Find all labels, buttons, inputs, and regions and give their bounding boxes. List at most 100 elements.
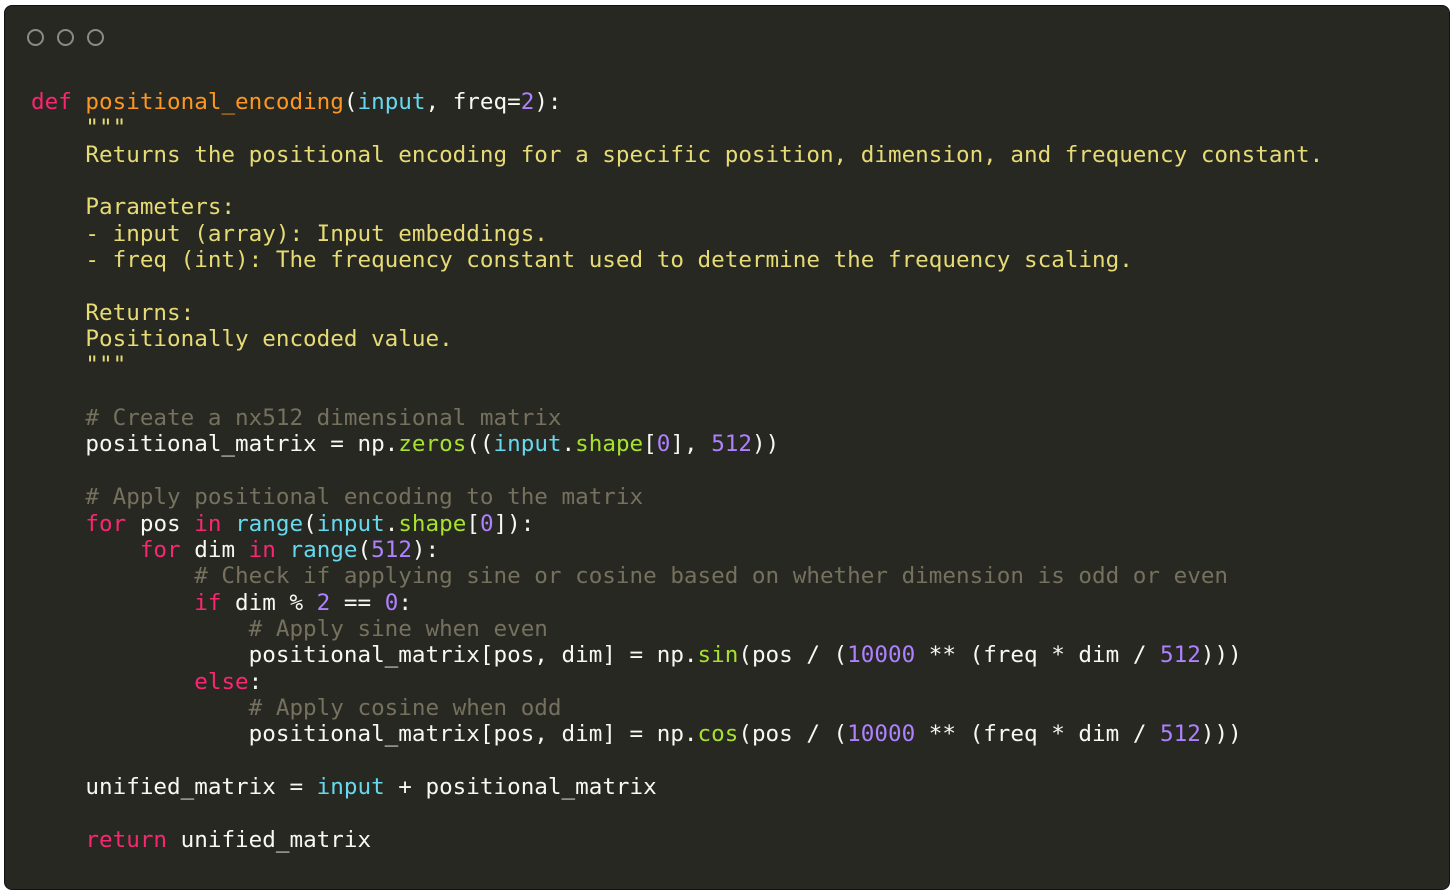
code-token: dim %	[221, 590, 316, 616]
code-token: [	[466, 511, 480, 537]
code-line	[31, 168, 1323, 194]
code-token: cos	[698, 721, 739, 747]
code-token: for	[85, 511, 126, 537]
code-token: 512	[1160, 721, 1201, 747]
code-window: def positional_encoding(input, freq=2): …	[4, 5, 1450, 890]
code-line	[31, 800, 1323, 826]
code-token: 2	[317, 590, 331, 616]
code-token: - freq (int): The frequency constant use…	[31, 247, 1133, 273]
code-token: 512	[711, 431, 752, 457]
code-token: else	[194, 669, 248, 695]
code-line: for pos in range(input.shape[0]):	[31, 511, 1323, 537]
code-token: # Apply positional encoding to the matri…	[31, 484, 643, 510]
code-token: - input (array): Input embeddings.	[31, 221, 548, 247]
code-token: ** (freq * dim /	[915, 642, 1160, 668]
code-token: + positional_matrix	[385, 774, 657, 800]
code-token: sin	[698, 642, 739, 668]
code-token: positional_encoding	[85, 89, 343, 115]
code-token: ((	[466, 431, 493, 457]
code-token: ==	[330, 590, 384, 616]
code-token: input	[317, 511, 385, 537]
code-token: shape	[575, 431, 643, 457]
code-token: dim	[181, 537, 249, 563]
code-line: # Apply positional encoding to the matri…	[31, 484, 1323, 510]
code-token: zeros	[398, 431, 466, 457]
code-token: unified_matrix =	[31, 774, 317, 800]
code-token: positional_matrix = np.	[31, 431, 398, 457]
code-token: """	[31, 352, 126, 378]
code-line: for dim in range(512):	[31, 537, 1323, 563]
code-token	[31, 537, 140, 563]
minimize-button[interactable]	[57, 29, 74, 46]
code-line: positional_matrix = np.zeros((input.shap…	[31, 431, 1323, 457]
code-token: # Apply sine when even	[31, 616, 548, 642]
code-token: ):	[534, 89, 561, 115]
window-controls	[27, 29, 104, 46]
code-token: (	[344, 89, 358, 115]
code-line: unified_matrix = input + positional_matr…	[31, 774, 1323, 800]
code-token	[276, 537, 290, 563]
code-token: Positionally encoded value.	[31, 326, 453, 352]
code-line	[31, 273, 1323, 299]
code-line: Positionally encoded value.	[31, 326, 1323, 352]
code-token	[72, 89, 86, 115]
code-token: input	[357, 89, 425, 115]
code-token: )))	[1201, 721, 1242, 747]
code-line: # Apply cosine when odd	[31, 695, 1323, 721]
code-token	[31, 669, 194, 695]
code-block: def positional_encoding(input, freq=2): …	[31, 89, 1323, 853]
code-line: positional_matrix[pos, dim] = np.sin(pos…	[31, 642, 1323, 668]
code-token: if	[194, 590, 221, 616]
code-token: positional_matrix[pos, dim] = np.	[31, 721, 698, 747]
code-line: Parameters:	[31, 194, 1323, 220]
code-token: :	[249, 669, 263, 695]
code-token: 512	[371, 537, 412, 563]
code-token: )))	[1201, 642, 1242, 668]
code-line: # Create a nx512 dimensional matrix	[31, 405, 1323, 431]
code-token: Returns the positional encoding for a sp…	[31, 142, 1323, 168]
code-token: 0	[480, 511, 494, 537]
code-token: ],	[670, 431, 711, 457]
maximize-button[interactable]	[87, 29, 104, 46]
code-token: # Apply cosine when odd	[31, 695, 562, 721]
code-token: (pos / (	[738, 642, 847, 668]
code-token: positional_matrix[pos, dim] = np.	[31, 642, 698, 668]
code-token: (pos / (	[738, 721, 847, 747]
code-token: for	[140, 537, 181, 563]
code-line: def positional_encoding(input, freq=2):	[31, 89, 1323, 115]
code-token: range	[235, 511, 303, 537]
code-token: , freq=	[426, 89, 521, 115]
code-token	[221, 511, 235, 537]
code-token: ):	[412, 537, 439, 563]
code-token: shape	[398, 511, 466, 537]
code-token	[31, 590, 194, 616]
code-token: 512	[1160, 642, 1201, 668]
code-token: return	[85, 827, 167, 853]
code-token: input	[494, 431, 562, 457]
code-token: 2	[521, 89, 535, 115]
code-token: unified_matrix	[167, 827, 371, 853]
code-token: 10000	[847, 642, 915, 668]
code-line: Returns the positional encoding for a sp…	[31, 142, 1323, 168]
code-token: .	[385, 511, 399, 537]
code-line: - input (array): Input embeddings.	[31, 221, 1323, 247]
code-token: # Check if applying sine or cosine based…	[31, 563, 1228, 589]
code-line: return unified_matrix	[31, 827, 1323, 853]
code-line: if dim % 2 == 0:	[31, 590, 1323, 616]
code-line: """	[31, 115, 1323, 141]
code-line: Returns:	[31, 300, 1323, 326]
code-token: Parameters:	[31, 194, 235, 220]
code-token: input	[317, 774, 385, 800]
code-token: ** (freq * dim /	[915, 721, 1160, 747]
code-token: in	[249, 537, 276, 563]
close-button[interactable]	[27, 29, 44, 46]
code-line: """	[31, 352, 1323, 378]
code-token: (	[358, 537, 372, 563]
code-token: 10000	[847, 721, 915, 747]
code-token: Returns:	[31, 300, 194, 326]
code-line: # Check if applying sine or cosine based…	[31, 563, 1323, 589]
code-line	[31, 458, 1323, 484]
code-token	[31, 827, 85, 853]
code-token: (	[303, 511, 317, 537]
code-token: in	[194, 511, 221, 537]
